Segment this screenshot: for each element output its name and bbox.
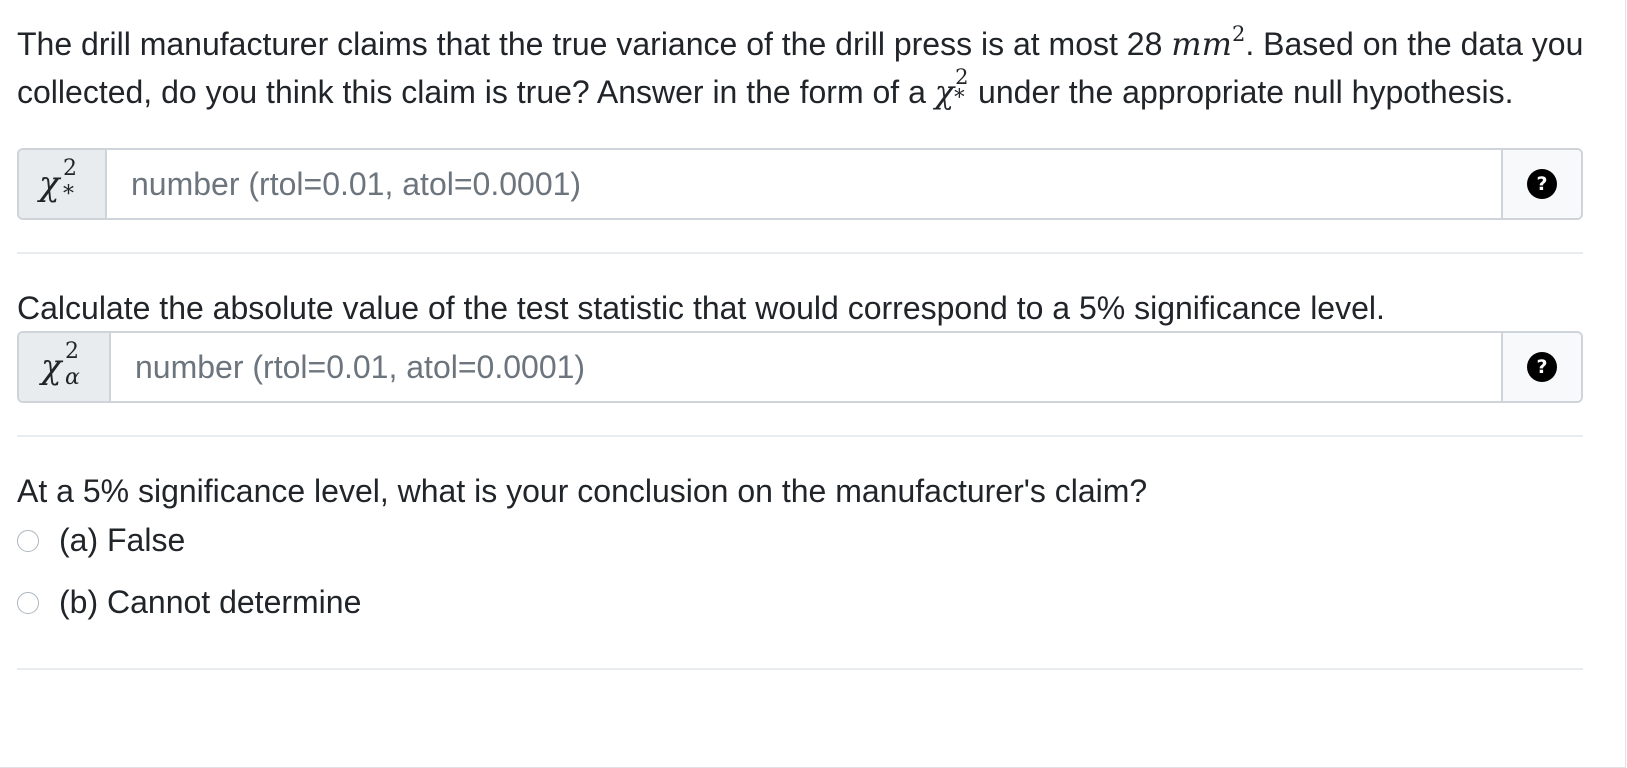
radio-unchecked-icon[interactable] [17,591,39,614]
chi-star-input[interactable] [107,150,1501,218]
option-a-label[interactable]: (a) False [59,522,185,559]
unit-mm-squared: mm2 [1171,22,1246,63]
unit-base: mm [1171,25,1232,63]
chi-star-addon: χ 2 * [19,150,107,218]
question-1-text-part3: under the appropriate null hypothesis. [969,74,1514,110]
chi-symbol: χ [41,347,62,387]
chi-star-symbol: χ 2 * [934,67,969,112]
chi-alpha-input[interactable] [111,333,1501,401]
option-b[interactable]: (b) Cannot determine [17,584,361,621]
alpha-sub: α [65,365,80,390]
option-a[interactable]: (a) False [17,522,185,559]
divider-1 [17,252,1583,254]
chi-alpha-label: χ 2 α [41,341,87,390]
chi-symbol: χ [934,73,955,111]
question-1-text-part1: The drill manufacturer claims that the t… [17,26,1172,62]
question-page: The drill manufacturer claims that the t… [0,0,1626,768]
chi-alpha-help-addon[interactable]: ? [1501,333,1581,401]
chi-sup: 2 [63,156,77,181]
question-circle-icon[interactable]: ? [1527,169,1557,199]
chi-sub: * [63,182,74,207]
unit-exponent: 2 [1231,22,1246,46]
question-1-text: The drill manufacturer claims that the t… [17,0,1585,116]
radio-unchecked-icon[interactable] [17,529,39,552]
chi-sup: 2 [65,339,79,364]
chi-star-label: χ 2 * [39,158,85,207]
chi-alpha-addon: χ 2 α [19,333,111,401]
divider-3 [17,668,1583,670]
question-content: The drill manufacturer claims that the t… [17,0,1585,670]
chi-sub: * [954,85,965,109]
chi-scripts: 2 * [954,67,969,108]
question-2-text: Calculate the absolute value of the test… [17,290,1385,326]
chi-alpha-input-group: χ 2 α ? [17,331,1583,403]
question-3-text: At a 5% significance level, what is your… [17,473,1148,509]
chi-symbol: χ [39,164,60,204]
option-b-label[interactable]: (b) Cannot determine [59,584,361,621]
question-circle-icon[interactable]: ? [1527,352,1557,382]
divider-2 [17,435,1583,437]
chi-star-input-group: χ 2 * ? [17,148,1583,220]
chi-star-help-addon[interactable]: ? [1501,150,1581,218]
